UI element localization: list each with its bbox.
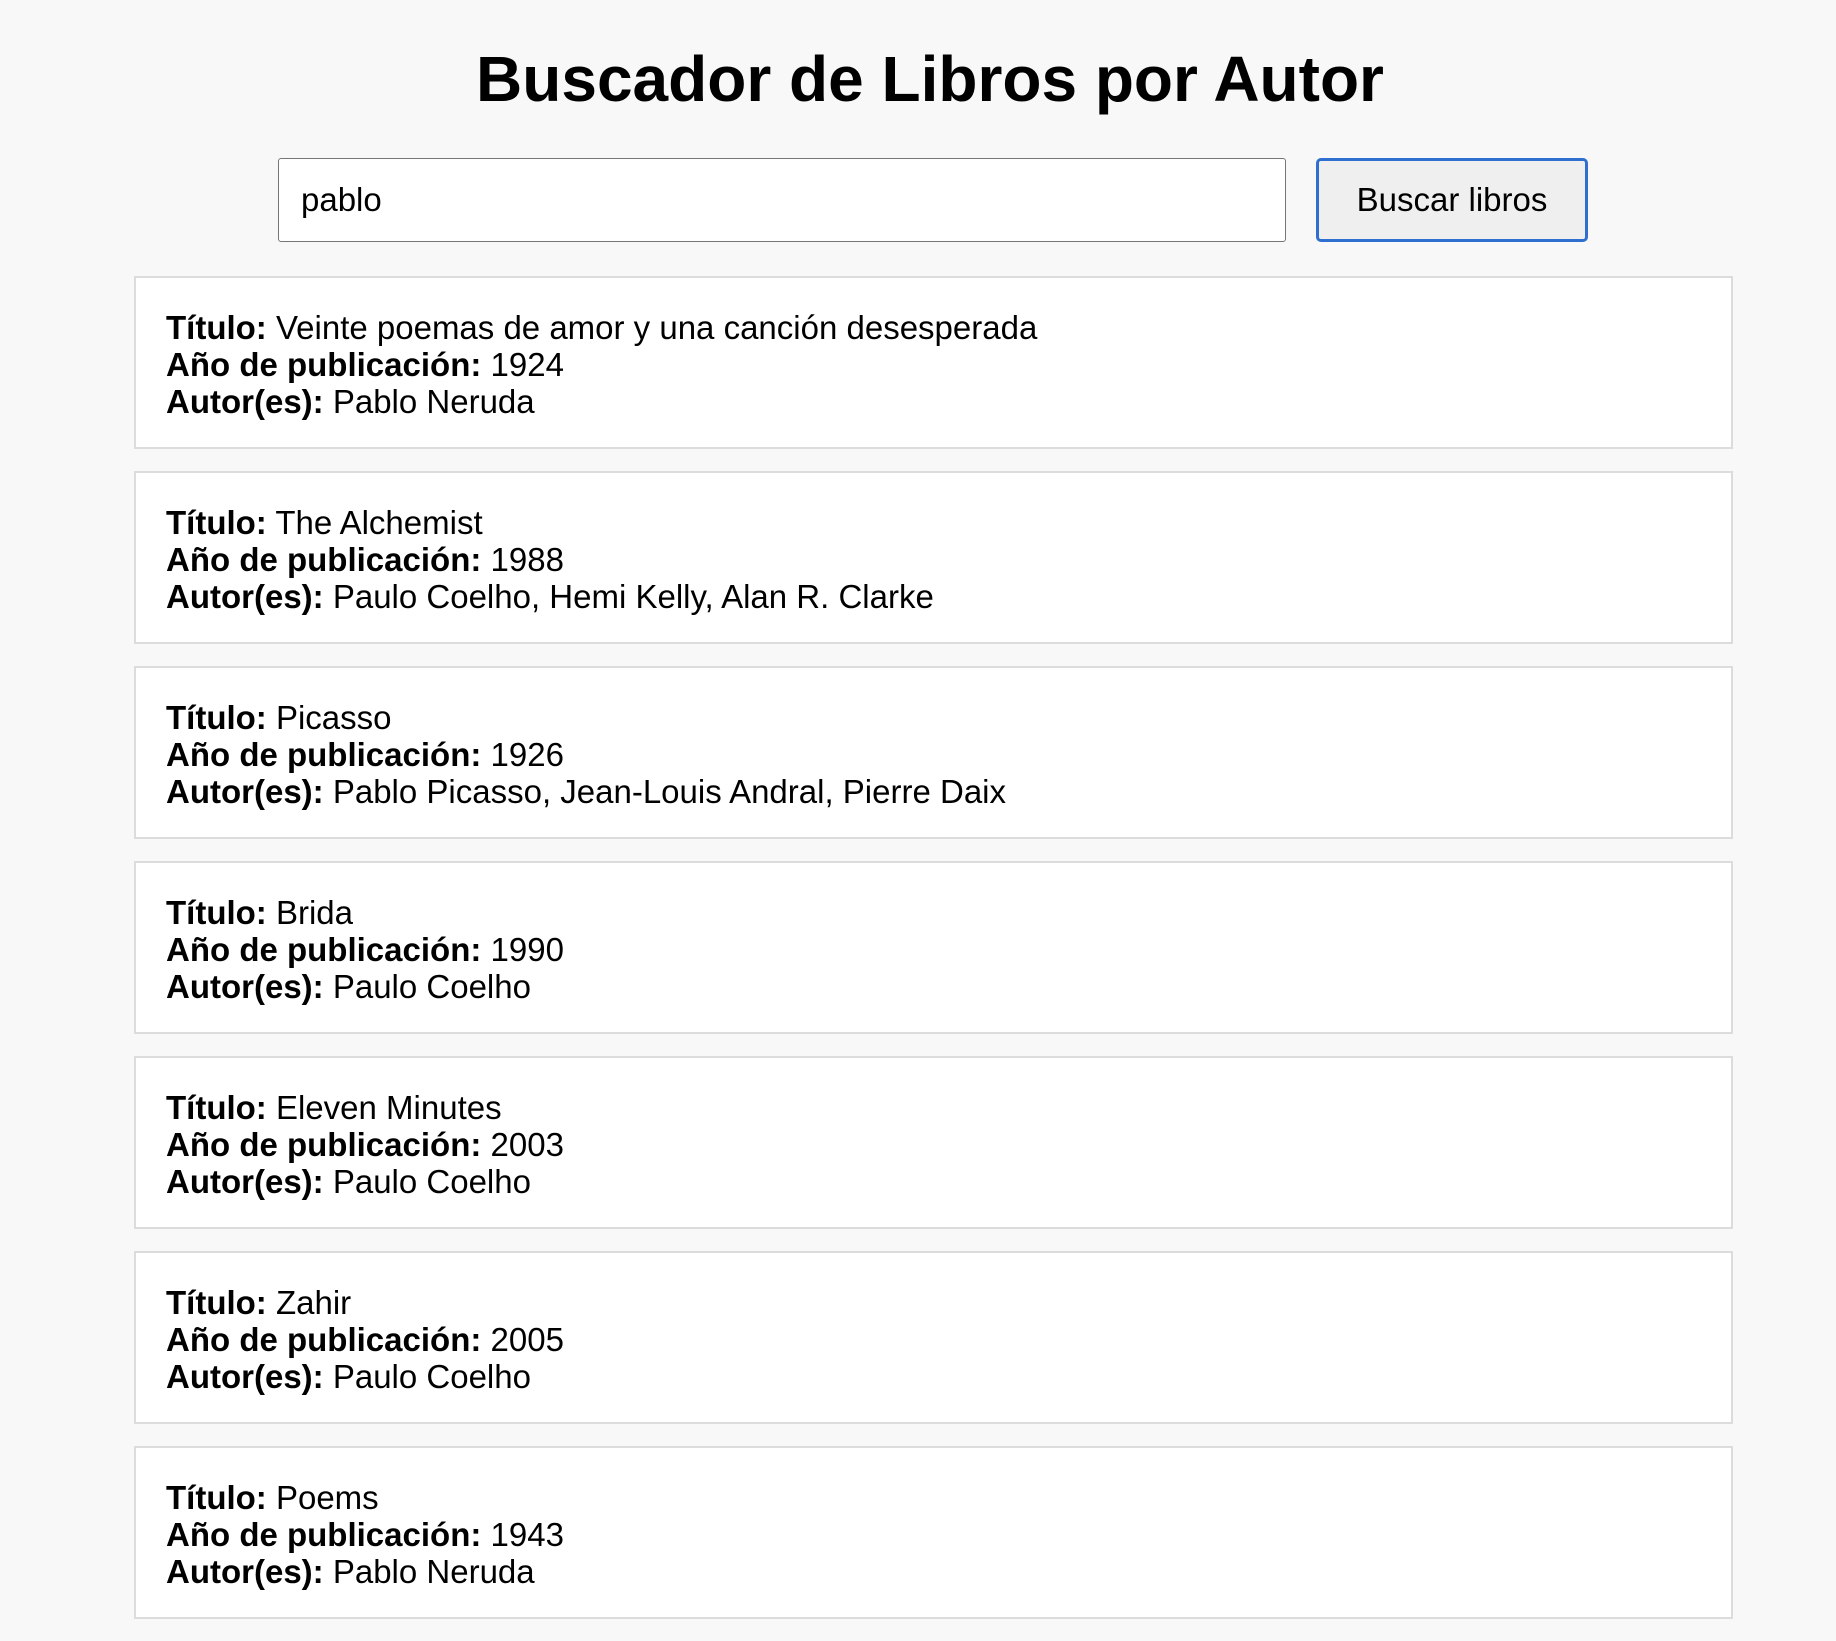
book-title: The Alchemist	[275, 504, 483, 541]
book-title: Brida	[275, 894, 354, 931]
book-authors-line: Autor(es): Paulo Coelho, Hemi Kelly, Ala…	[166, 578, 1701, 615]
book-authors: Pablo Neruda	[332, 383, 535, 420]
book-year: 2005	[490, 1321, 564, 1358]
year-label: Año de publicación:	[166, 346, 482, 383]
book-authors-line: Autor(es): Paulo Coelho	[166, 968, 1701, 1005]
book-year: 1988	[490, 541, 564, 578]
search-input[interactable]	[278, 158, 1286, 242]
title-label: Título:	[166, 1284, 267, 1321]
year-label: Año de publicación:	[166, 1321, 482, 1358]
book-authors: Paulo Coelho	[332, 1358, 531, 1395]
book-card: Título: Poems Año de publicación: 1943 A…	[134, 1446, 1733, 1619]
book-year-line: Año de publicación: 1943	[166, 1516, 1701, 1553]
title-label: Título:	[166, 309, 267, 346]
year-label: Año de publicación:	[166, 931, 482, 968]
book-authors-line: Autor(es): Pablo Neruda	[166, 383, 1701, 420]
book-card: Título: Eleven Minutes Año de publicació…	[134, 1056, 1733, 1229]
book-card: Título: Zahir Año de publicación: 2005 A…	[134, 1251, 1733, 1424]
authors-label: Autor(es):	[166, 1358, 324, 1395]
book-authors: Paulo Coelho	[332, 968, 531, 1005]
book-year: 2003	[490, 1126, 564, 1163]
book-card: Título: Veinte poemas de amor y una canc…	[134, 276, 1733, 449]
authors-label: Autor(es):	[166, 1163, 324, 1200]
title-label: Título:	[166, 894, 267, 931]
book-authors-line: Autor(es): Pablo Neruda	[166, 1553, 1701, 1590]
book-title: Picasso	[275, 699, 392, 736]
title-label: Título:	[166, 1479, 267, 1516]
book-year-line: Año de publicación: 1990	[166, 931, 1701, 968]
search-button[interactable]: Buscar libros	[1316, 158, 1588, 242]
book-year: 1990	[490, 931, 564, 968]
book-title: Zahir	[275, 1284, 352, 1321]
authors-label: Autor(es):	[166, 968, 324, 1005]
book-authors: Paulo Coelho	[332, 1163, 531, 1200]
book-title-line: Título: Eleven Minutes	[166, 1089, 1701, 1126]
book-title-line: Título: Veinte poemas de amor y una canc…	[166, 309, 1701, 346]
year-label: Año de publicación:	[166, 1126, 482, 1163]
book-card: Título: The Alchemist Año de publicación…	[134, 471, 1733, 644]
book-year-line: Año de publicación: 1924	[166, 346, 1701, 383]
book-title: Eleven Minutes	[275, 1089, 502, 1126]
book-title-line: Título: Poems	[166, 1479, 1701, 1516]
book-authors: Pablo Picasso, Jean-Louis Andral, Pierre…	[332, 773, 1007, 810]
book-year: 1943	[490, 1516, 564, 1553]
page: Buscador de Libros por Autor Buscar libr…	[0, 0, 1836, 1636]
book-title-line: Título: Picasso	[166, 699, 1701, 736]
authors-label: Autor(es):	[166, 578, 324, 615]
book-authors: Paulo Coelho, Hemi Kelly, Alan R. Clarke	[332, 578, 934, 615]
title-label: Título:	[166, 1089, 267, 1126]
book-title-line: Título: The Alchemist	[166, 504, 1701, 541]
title-label: Título:	[166, 699, 267, 736]
year-label: Año de publicación:	[166, 1516, 482, 1553]
book-card: Título: Brida Año de publicación: 1990 A…	[134, 861, 1733, 1034]
book-authors-line: Autor(es): Paulo Coelho	[166, 1163, 1701, 1200]
book-year-line: Año de publicación: 2005	[166, 1321, 1701, 1358]
year-label: Año de publicación:	[166, 736, 482, 773]
book-title: Veinte poemas de amor y una canción dese…	[275, 309, 1038, 346]
book-year-line: Año de publicación: 1926	[166, 736, 1701, 773]
book-year-line: Año de publicación: 1988	[166, 541, 1701, 578]
book-authors-line: Autor(es): Paulo Coelho	[166, 1358, 1701, 1395]
results-list: Título: Veinte poemas de amor y una canc…	[134, 276, 1733, 1641]
book-title-line: Título: Brida	[166, 894, 1701, 931]
book-authors: Pablo Neruda	[332, 1553, 535, 1590]
book-card: Título: Picasso Año de publicación: 1926…	[134, 666, 1733, 839]
book-authors-line: Autor(es): Pablo Picasso, Jean-Louis And…	[166, 773, 1701, 810]
authors-label: Autor(es):	[166, 773, 324, 810]
book-year: 1924	[490, 346, 564, 383]
book-year: 1926	[490, 736, 564, 773]
book-year-line: Año de publicación: 2003	[166, 1126, 1701, 1163]
authors-label: Autor(es):	[166, 383, 324, 420]
year-label: Año de publicación:	[166, 541, 482, 578]
book-title-line: Título: Zahir	[166, 1284, 1701, 1321]
authors-label: Autor(es):	[166, 1553, 324, 1590]
page-title: Buscador de Libros por Autor	[476, 43, 1384, 115]
title-label: Título:	[166, 504, 267, 541]
book-title: Poems	[275, 1479, 379, 1516]
